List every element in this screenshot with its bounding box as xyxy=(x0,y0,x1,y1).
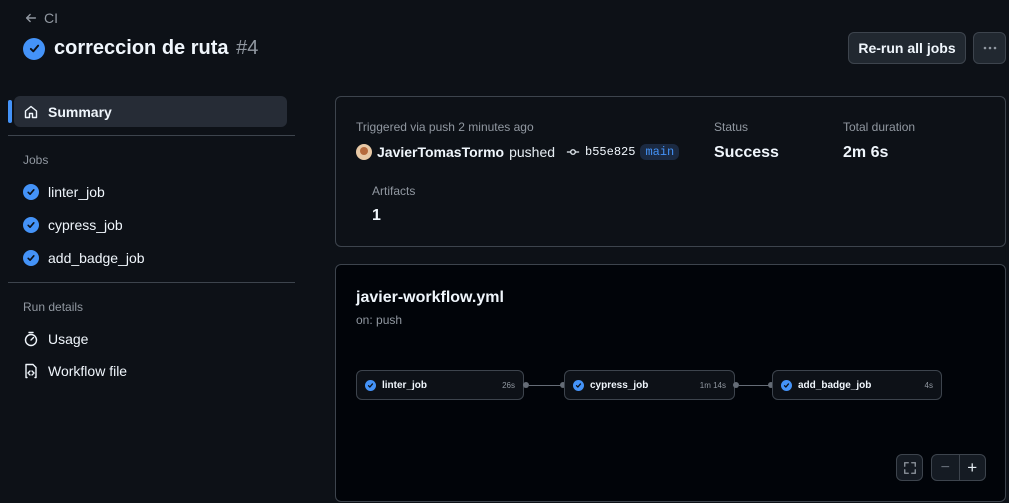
sidebar-item-cypress-job[interactable]: cypress_job xyxy=(23,217,123,233)
active-indicator xyxy=(8,100,12,123)
success-check-icon xyxy=(23,184,39,200)
workflow-file-name[interactable]: javier-workflow.yml xyxy=(356,289,504,307)
zoom-in-button[interactable]: + xyxy=(959,458,985,478)
sidebar-item-label: add_badge_job xyxy=(48,250,145,266)
git-commit-icon xyxy=(566,149,580,155)
success-check-icon xyxy=(23,217,39,233)
run-number: #4 xyxy=(236,37,259,59)
back-link-label: CI xyxy=(44,10,58,26)
rerun-all-jobs-button[interactable]: Re-run all jobs xyxy=(848,32,966,64)
artifacts-label: Artifacts xyxy=(372,184,416,198)
graph-job-name: add_badge_job xyxy=(798,379,872,391)
graph-job-duration: 26s xyxy=(502,380,515,390)
stopwatch-icon xyxy=(24,331,38,347)
run-title: correccion de ruta xyxy=(54,37,229,59)
sidebar-divider xyxy=(8,282,295,283)
zoom-controls: − + xyxy=(931,454,986,481)
sidebar-item-add-badge-job[interactable]: add_badge_job xyxy=(23,250,145,266)
duration-label: Total duration xyxy=(843,120,916,134)
sidebar-item-linter-job[interactable]: linter_job xyxy=(23,184,105,200)
graph-job-duration: 1m 14s xyxy=(699,380,726,390)
sidebar-item-summary[interactable]: Summary xyxy=(14,96,287,127)
graph-connector xyxy=(529,385,561,386)
graph-connector xyxy=(739,385,769,386)
sidebar-divider xyxy=(8,135,295,136)
sidebar-item-workflow-file[interactable]: Workflow file xyxy=(23,363,127,379)
push-info: JavierTomasTormo pushed b55e825 main xyxy=(356,144,680,160)
sidebar-item-label: Workflow file xyxy=(48,363,128,379)
sidebar-item-label: linter_job xyxy=(48,184,105,200)
avatar xyxy=(356,144,372,160)
run-details-heading: Run details xyxy=(23,300,84,314)
graph-job-name: linter_job xyxy=(382,379,428,391)
home-icon xyxy=(24,105,38,118)
back-link-ci[interactable]: CI xyxy=(24,10,58,26)
trigger-text: Triggered via push 2 minutes ago xyxy=(356,120,534,134)
jobs-heading: Jobs xyxy=(23,153,49,167)
fullscreen-icon xyxy=(903,461,916,474)
page-title: correccion de ruta #4 xyxy=(54,37,258,60)
page-title-row: correccion de ruta #4 xyxy=(23,37,258,60)
zoom-out-button[interactable]: − xyxy=(932,459,959,477)
success-check-icon xyxy=(573,379,584,391)
commit-sha-link[interactable]: b55e825 xyxy=(585,145,635,159)
sidebar-item-label: Summary xyxy=(48,103,112,120)
kebab-horizontal-icon xyxy=(983,46,996,50)
branch-badge[interactable]: main xyxy=(640,144,680,160)
workflow-graph-card: javier-workflow.yml on: push linter_job … xyxy=(335,264,1006,502)
artifacts-count-link[interactable]: 1 xyxy=(372,207,381,225)
graph-job-add-badge[interactable]: add_badge_job 4s xyxy=(772,370,942,400)
file-code-icon xyxy=(25,363,37,379)
action-text: pushed xyxy=(509,144,556,160)
status-label: Status xyxy=(714,120,749,134)
graph-job-cypress[interactable]: cypress_job 1m 14s xyxy=(564,370,735,400)
fullscreen-button[interactable] xyxy=(896,454,923,481)
graph-job-name: cypress_job xyxy=(590,379,649,391)
duration-value: 2m 6s xyxy=(843,144,889,161)
success-check-icon xyxy=(365,379,376,391)
actor-link[interactable]: JavierTomasTormo xyxy=(377,144,504,160)
graph-job-linter[interactable]: linter_job 26s xyxy=(356,370,524,400)
more-options-button[interactable] xyxy=(973,32,1006,64)
success-check-icon xyxy=(23,37,45,60)
sidebar-item-usage[interactable]: Usage xyxy=(23,331,88,347)
arrow-left-icon xyxy=(25,13,37,23)
sidebar-item-label: Usage xyxy=(48,331,89,347)
success-check-icon xyxy=(23,250,39,266)
success-check-icon xyxy=(781,379,792,391)
status-value: Success xyxy=(714,144,779,161)
workflow-trigger: on: push xyxy=(356,313,403,327)
sidebar-item-label: cypress_job xyxy=(48,217,123,233)
graph-job-duration: 4s xyxy=(924,380,933,390)
run-summary-card: Triggered via push 2 minutes ago JavierT… xyxy=(335,96,1006,247)
